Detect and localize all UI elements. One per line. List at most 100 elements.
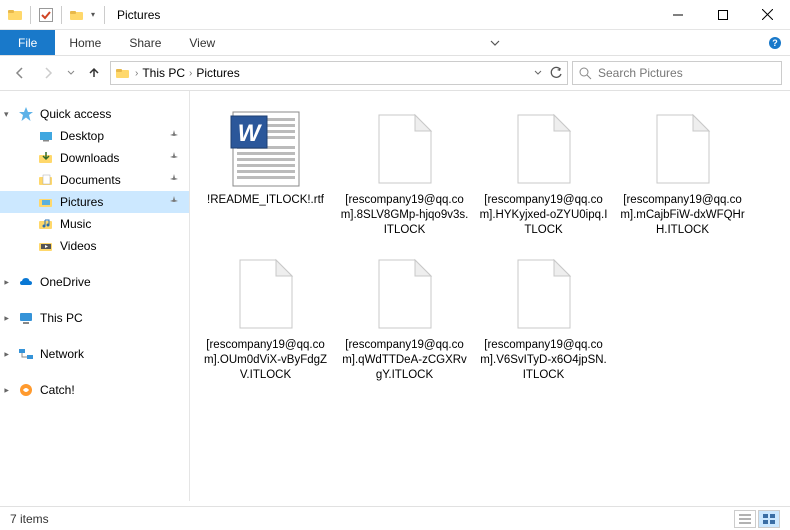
sidebar-item-label: Desktop <box>60 129 104 143</box>
folder-icon <box>38 172 54 188</box>
forward-button[interactable] <box>36 61 60 85</box>
pin-icon <box>169 152 179 165</box>
search-icon <box>579 67 592 80</box>
separator <box>61 6 62 24</box>
breadcrumb-item[interactable]: Pictures <box>196 66 239 80</box>
pin-icon <box>169 130 179 143</box>
minimize-button[interactable] <box>655 0 700 30</box>
sidebar-item-label: Documents <box>60 173 121 187</box>
file-thumbnail <box>643 109 723 189</box>
sidebar-item-pictures[interactable]: Pictures <box>0 191 189 213</box>
folder-small-icon[interactable] <box>68 6 86 24</box>
status-bar: 7 items <box>0 506 790 530</box>
sidebar-item-music[interactable]: Music <box>0 213 189 235</box>
file-name: [rescompany19@qq.com].V6SvITyD-x6O4jpSN.… <box>480 338 608 383</box>
file-name: [rescompany19@qq.com].qWdTTDeA-zCGXRvgY.… <box>341 338 469 383</box>
onedrive-item[interactable]: ▾ OneDrive <box>0 271 189 293</box>
help-button[interactable]: ? <box>760 30 790 55</box>
chevron-right-icon[interactable]: ▾ <box>1 388 12 393</box>
qat-dropdown-icon[interactable]: ▾ <box>88 10 98 19</box>
file-item[interactable]: [rescompany19@qq.com].HYKyjxed-oZYU0ipq.… <box>476 103 611 244</box>
file-item[interactable]: [rescompany19@qq.com].8SLV8GMp-hjqo9v3s.… <box>337 103 472 244</box>
catch-item[interactable]: ▾ Catch! <box>0 379 189 401</box>
address-bar[interactable]: › This PC › Pictures <box>110 61 568 85</box>
svg-text:W: W <box>237 120 262 147</box>
sidebar-item-documents[interactable]: Documents <box>0 169 189 191</box>
back-button[interactable] <box>8 61 32 85</box>
file-name: [rescompany19@qq.com].mCajbFiW-dxWFQHrH.… <box>619 193 747 238</box>
chevron-down-icon[interactable] <box>533 68 543 78</box>
file-tab[interactable]: File <box>0 30 55 55</box>
tab-view[interactable]: View <box>175 30 229 55</box>
sidebar-item-videos[interactable]: Videos <box>0 235 189 257</box>
chevron-right-icon[interactable]: ▾ <box>1 352 12 357</box>
chevron-right-icon[interactable]: › <box>189 68 192 79</box>
up-button[interactable] <box>82 61 106 85</box>
monitor-icon <box>18 310 34 326</box>
separator <box>104 6 105 24</box>
main-area: ▾ Quick access Desktop Downloads Documents… <box>0 91 790 501</box>
expand-ribbon-button[interactable] <box>480 30 510 55</box>
recent-locations-button[interactable] <box>64 61 78 85</box>
file-view[interactable]: W !README_ITLOCK!.rtf [rescompany19@qq.c… <box>190 91 790 501</box>
breadcrumb-item[interactable]: This PC <box>142 66 185 80</box>
file-item[interactable]: [rescompany19@qq.com].mCajbFiW-dxWFQHrH.… <box>615 103 750 244</box>
folder-icon <box>6 6 24 24</box>
folder-icon <box>38 194 54 210</box>
file-item[interactable]: [rescompany19@qq.com].V6SvITyD-x6O4jpSN.… <box>476 248 611 389</box>
file-name: [rescompany19@qq.com].8SLV8GMp-hjqo9v3s.… <box>341 193 469 238</box>
sidebar-item-downloads[interactable]: Downloads <box>0 147 189 169</box>
separator <box>30 6 31 24</box>
chevron-right-icon[interactable]: ▾ <box>1 280 12 285</box>
file-name: [rescompany19@qq.com].OUm0dViX-vByFdgZV.… <box>202 338 330 383</box>
file-item[interactable]: W !README_ITLOCK!.rtf <box>198 103 333 244</box>
folder-icon <box>38 216 54 232</box>
pin-icon <box>169 174 179 187</box>
folder-icon <box>115 65 131 81</box>
file-thumbnail <box>365 109 445 189</box>
catch-label: Catch! <box>40 383 75 397</box>
details-view-button[interactable] <box>734 510 756 528</box>
thispc-item[interactable]: ▾ This PC <box>0 307 189 329</box>
chevron-down-icon[interactable]: ▾ <box>4 109 9 120</box>
quick-access-header[interactable]: ▾ Quick access <box>0 103 189 125</box>
folder-icon <box>38 238 54 254</box>
sidebar-item-desktop[interactable]: Desktop <box>0 125 189 147</box>
folder-icon <box>38 150 54 166</box>
icons-view-button[interactable] <box>758 510 780 528</box>
checkbox-icon[interactable] <box>37 6 55 24</box>
item-count: 7 items <box>10 512 49 526</box>
file-item[interactable]: [rescompany19@qq.com].OUm0dViX-vByFdgZV.… <box>198 248 333 389</box>
window-title: Pictures <box>117 8 160 22</box>
cloud-icon <box>18 274 34 290</box>
network-item[interactable]: ▾ Network <box>0 343 189 365</box>
thispc-label: This PC <box>40 311 83 325</box>
folder-icon <box>38 128 54 144</box>
navigation-pane: ▾ Quick access Desktop Downloads Documents… <box>0 91 190 501</box>
pin-icon <box>169 196 179 209</box>
titlebar: ▾ Pictures <box>0 0 790 30</box>
tab-home[interactable]: Home <box>55 30 115 55</box>
network-icon <box>18 346 34 362</box>
file-thumbnail <box>365 254 445 334</box>
file-thumbnail <box>226 254 306 334</box>
network-label: Network <box>40 347 84 361</box>
chevron-right-icon[interactable]: ▾ <box>1 316 12 321</box>
file-name: [rescompany19@qq.com].HYKyjxed-oZYU0ipq.… <box>480 193 608 238</box>
quick-access-label: Quick access <box>40 107 111 121</box>
sidebar-item-label: Videos <box>60 239 96 253</box>
maximize-button[interactable] <box>700 0 745 30</box>
chevron-right-icon[interactable]: › <box>135 68 138 79</box>
address-bar-row: › This PC › Pictures Search Pictures <box>0 56 790 91</box>
refresh-icon[interactable] <box>549 66 563 80</box>
tab-share[interactable]: Share <box>115 30 175 55</box>
ribbon: File Home Share View ? <box>0 30 790 56</box>
onedrive-label: OneDrive <box>40 275 91 289</box>
search-input[interactable]: Search Pictures <box>572 61 782 85</box>
file-name: !README_ITLOCK!.rtf <box>207 193 324 208</box>
svg-text:?: ? <box>772 38 778 48</box>
close-button[interactable] <box>745 0 790 30</box>
quick-access-group: ▾ Quick access Desktop Downloads Documents… <box>0 103 189 257</box>
file-thumbnail <box>504 109 584 189</box>
file-item[interactable]: [rescompany19@qq.com].qWdTTDeA-zCGXRvgY.… <box>337 248 472 389</box>
